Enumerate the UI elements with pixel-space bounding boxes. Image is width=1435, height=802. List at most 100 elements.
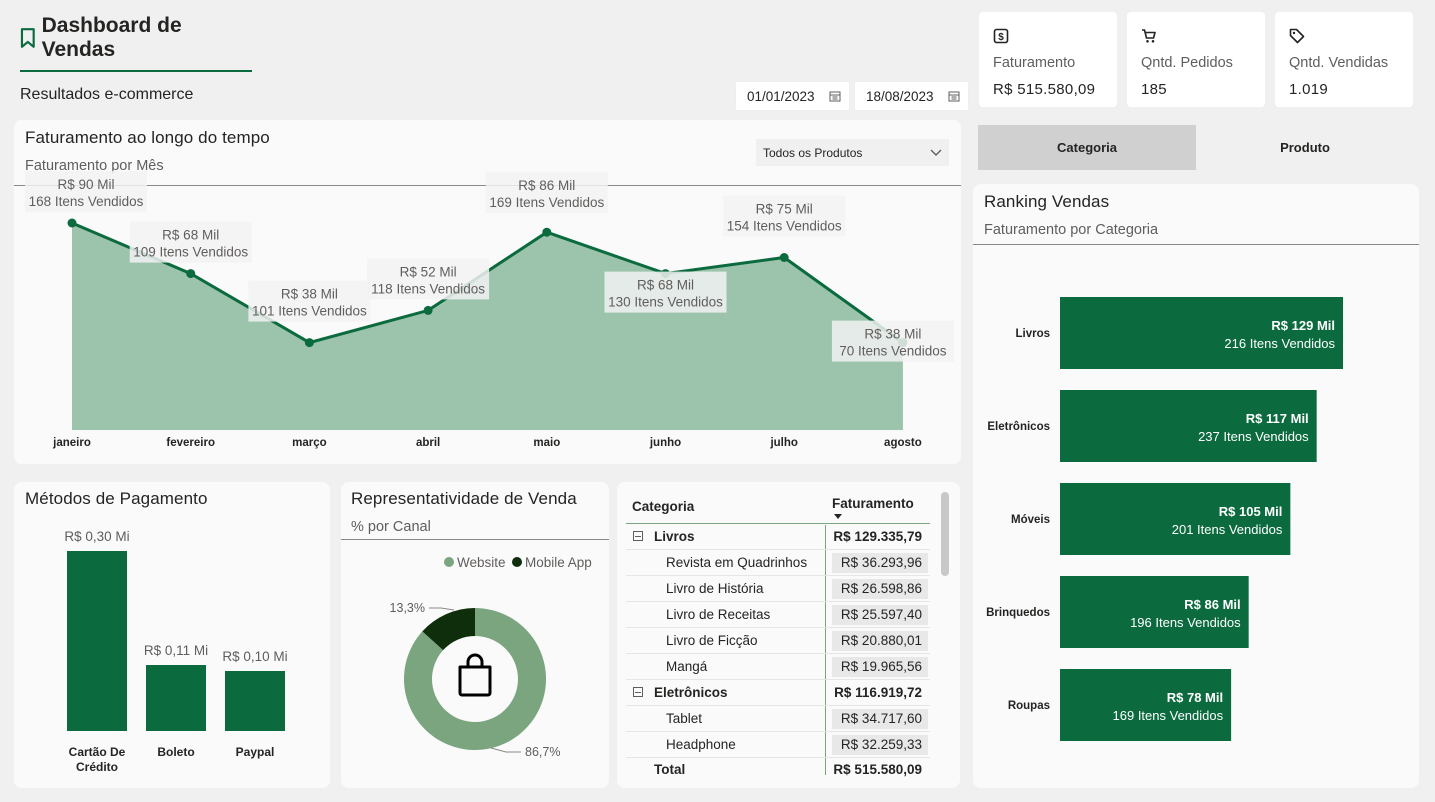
kpi-faturamento: $ Faturamento R$ 515.580,09: [979, 12, 1117, 107]
date-start-value: 01/01/2023: [747, 88, 815, 104]
table-cell-name: Revista em Quadrinhos: [666, 555, 808, 570]
kpi-pedidos: Qntd. Pedidos 185: [1127, 12, 1265, 107]
table-cell-value: R$ 26.598,86: [832, 578, 928, 599]
shopping-bag-icon: [458, 653, 492, 697]
table-cell-name: Eletrônicos: [654, 685, 728, 700]
table-scrollbar[interactable]: [941, 492, 949, 576]
table-cell-name: Mangá: [666, 659, 708, 674]
date-start-picker[interactable]: 01/01/2023: [735, 81, 850, 111]
data-label-text: R$ 38 Mil: [864, 327, 921, 342]
bar-value-label: R$ 0,10 Mi: [222, 649, 287, 664]
table-total-value: R$ 515.580,09: [833, 761, 922, 777]
page-title-text: Dashboard de Vendas: [41, 14, 182, 61]
slice-label: 86,7%: [525, 745, 560, 759]
data-label-text: R$ 68 Mil: [162, 228, 219, 243]
x-tick-label: Boleto: [157, 745, 194, 759]
data-point[interactable]: [304, 338, 314, 348]
y-tick-label: Móveis: [1011, 514, 1050, 526]
payment-bar[interactable]: [225, 671, 285, 731]
data-label: R$ 68 Mil 130 Itens Vendidos: [604, 271, 727, 313]
bookmark-icon: [20, 28, 35, 48]
data-label-text: 101 Itens Vendidos: [252, 304, 367, 319]
svg-text:$: $: [998, 32, 1004, 43]
page-title: Dashboard de Vendas: [20, 14, 256, 62]
calendar-icon: [948, 91, 960, 102]
table-row[interactable]: Tablet R$ 34.717,60: [626, 706, 930, 732]
data-label-text: R$ 86 Mil: [518, 178, 575, 193]
data-label: R$ 38 Mil 70 Itens Vendidos: [831, 320, 954, 362]
y-tick-label: Eletrônicos: [987, 421, 1050, 433]
y-tick-label: Roupas: [1008, 700, 1050, 712]
bar-items-label: 216 Itens Vendidos: [1224, 336, 1335, 351]
table-row[interactable]: Mangá R$ 19.965,56: [626, 654, 930, 680]
table-group-row[interactable]: Eletrônicos R$ 116.919,72: [626, 680, 930, 706]
data-point[interactable]: [423, 305, 433, 315]
x-tick-label: julho: [769, 437, 797, 449]
data-point[interactable]: [67, 218, 77, 228]
data-point[interactable]: [779, 253, 789, 262]
payment-bar[interactable]: [146, 665, 206, 731]
data-label-text: 130 Itens Vendidos: [608, 295, 723, 310]
calendar-icon: [829, 91, 841, 102]
kpi-value: 1.019: [1289, 81, 1329, 98]
toggle-categoria-button[interactable]: Categoria: [978, 125, 1196, 170]
sort-desc-icon: [834, 514, 842, 519]
data-label-text: R$ 75 Mil: [756, 202, 813, 217]
legend-label: Mobile App: [525, 555, 592, 570]
table-header-faturamento[interactable]: Faturamento: [832, 496, 914, 519]
x-tick-label: agosto: [884, 437, 922, 449]
ranking-bar[interactable]: [1060, 390, 1317, 462]
x-tick-label: Cartão De Crédito: [69, 745, 126, 774]
channel-chart: Website Mobile App 86,7% 13,3%: [390, 555, 592, 759]
data-label: R$ 90 Mil 168 Itens Vendidos: [25, 171, 147, 212]
table-row[interactable]: Livro de Ficção R$ 20.880,01: [626, 628, 930, 654]
bar-value-label: R$ 78 Mil: [1167, 690, 1223, 705]
legend-swatch-mobile: [512, 557, 522, 567]
leader-line: [429, 607, 455, 611]
kpi-label: Qntd. Pedidos: [1141, 55, 1233, 71]
table-row[interactable]: Livro de História R$ 26.598,86: [626, 576, 930, 602]
date-end-value: 18/08/2023: [866, 88, 934, 104]
payment-bar[interactable]: [67, 551, 127, 731]
table-row[interactable]: Headphone R$ 32.259,33: [626, 732, 930, 758]
table-cell-value: R$ 25.597,40: [832, 604, 928, 625]
data-point[interactable]: [542, 227, 552, 237]
data-point[interactable]: [186, 269, 196, 279]
ranking-bar[interactable]: [1060, 669, 1232, 741]
ranking-bar[interactable]: [1060, 297, 1343, 369]
date-end-picker[interactable]: 18/08/2023: [854, 81, 969, 111]
x-tick-label: janeiro: [52, 437, 91, 449]
collapse-icon[interactable]: [633, 531, 643, 541]
collapse-icon[interactable]: [633, 687, 643, 697]
table-group-row[interactable]: Livros R$ 129.335,79: [626, 524, 930, 550]
table-header-categoria[interactable]: Categoria: [626, 499, 826, 514]
ranking-bar[interactable]: [1060, 576, 1249, 648]
timeline-chart: R$ 90 Mil 168 Itens Vendidos janeiro R$ 68 …: [25, 171, 954, 449]
y-tick-label: Brinquedos: [986, 607, 1050, 619]
data-label-text: R$ 52 Mil: [400, 264, 457, 279]
ranking-bar[interactable]: [1060, 483, 1291, 555]
ranking-chart: Livros R$ 129 Mil 216 Itens Vendidos Eletrô…: [986, 297, 1343, 741]
data-label-text: R$ 38 Mil: [281, 287, 338, 302]
kpi-value: 185: [1141, 81, 1167, 98]
table-cell-name: Livro de Ficção: [666, 633, 758, 648]
table-row[interactable]: Livro de Receitas R$ 25.597,40: [626, 602, 930, 628]
table-cell-name: Livro de História: [666, 581, 764, 596]
x-tick-label: abril: [416, 437, 440, 449]
data-label-text: 154 Itens Vendidos: [727, 219, 842, 234]
table-cell-value: R$ 129.335,79: [833, 529, 922, 544]
kpi-value: R$ 515.580,09: [993, 81, 1096, 98]
x-tick-label: maio: [533, 437, 560, 449]
bar-value-label: R$ 129 Mil: [1271, 318, 1335, 333]
data-label: R$ 68 Mil 109 Itens Vendidos: [129, 221, 252, 263]
data-label: R$ 86 Mil 169 Itens Vendidos: [485, 172, 608, 214]
table-header: Categoria Faturamento: [626, 490, 930, 524]
legend-swatch-website: [444, 557, 454, 567]
legend-label: Website: [457, 555, 506, 570]
table-cell-name: Tablet: [666, 711, 703, 726]
table-cell-value: R$ 34.717,60: [832, 708, 928, 729]
kpi-label: Qntd. Vendidas: [1289, 55, 1389, 71]
table-row[interactable]: Revista em Quadrinhos R$ 36.293,96: [626, 550, 930, 576]
toggle-produto-button[interactable]: Produto: [1196, 125, 1414, 170]
bar-value-label: R$ 105 Mil: [1219, 504, 1283, 519]
